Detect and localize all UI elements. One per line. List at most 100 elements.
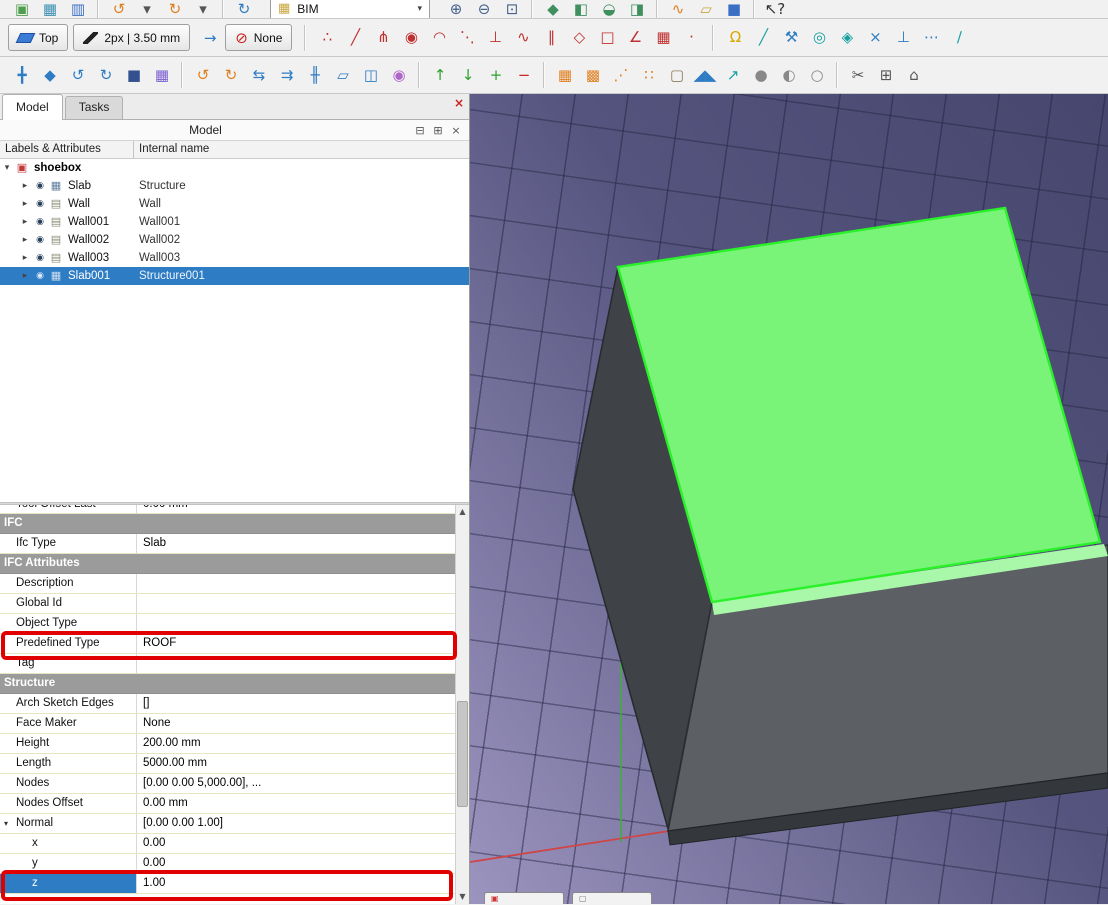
mirror-icon[interactable]: ◢◣ <box>692 62 718 88</box>
property-name-cell[interactable]: Ifc Type <box>0 534 137 553</box>
property-value-cell[interactable]: 0.00 <box>137 834 455 853</box>
edit-mode-icon[interactable]: ╱ <box>750 25 776 51</box>
snap-endpoint-icon[interactable]: ╱ <box>342 25 368 51</box>
add-component-icon[interactable]: + <box>483 62 509 88</box>
property-value-cell[interactable]: ROOF <box>137 634 455 653</box>
visibility-eye-icon[interactable]: ◉ <box>32 267 48 285</box>
property-name-cell[interactable]: ▾ Normal <box>0 814 137 833</box>
move-icon[interactable]: ╋ <box>9 62 35 88</box>
property-row[interactable]: z 1.00 <box>0 874 455 894</box>
clone-icon[interactable]: ▢ <box>664 62 690 88</box>
line-style-button[interactable]: 2px | 3.50 mm <box>73 24 190 51</box>
property-value-cell[interactable]: 0.00 <box>137 854 455 873</box>
snap-square-icon[interactable]: □ <box>594 25 620 51</box>
building-part-icon[interactable]: ⌂ <box>901 62 927 88</box>
property-row[interactable]: Tool Offset Last 0.00 mm <box>0 505 455 514</box>
tree-item-slab001[interactable]: ▸ ◉ ▦ Slab001 Structure001 <box>0 267 469 285</box>
snap-grid-icon[interactable]: ▦ <box>650 25 676 51</box>
draft-edit-icon[interactable]: ◉ <box>386 62 412 88</box>
property-value-cell[interactable] <box>137 574 455 593</box>
scale-icon[interactable]: ▱ <box>330 62 356 88</box>
property-row[interactable]: Nodes Offset 0.00 mm <box>0 794 455 814</box>
scissors-icon[interactable]: ✂ <box>845 62 871 88</box>
property-row[interactable]: ▾ Normal [0.00 0.00 1.00] <box>0 814 455 834</box>
tab-tasks[interactable]: Tasks <box>65 96 124 119</box>
expander-icon[interactable] <box>0 694 12 713</box>
expander-icon[interactable] <box>0 734 12 753</box>
expander-icon[interactable] <box>0 754 12 773</box>
snap-extension-icon[interactable]: ∿ <box>510 25 536 51</box>
stretch-icon[interactable]: ◫ <box>358 62 384 88</box>
visibility-eye-icon[interactable]: ◉ <box>32 195 48 213</box>
property-row[interactable]: Height 200.00 mm <box>0 734 455 754</box>
property-row[interactable]: Structure <box>0 674 455 694</box>
property-scrollbar[interactable]: ▲ ▼ <box>455 505 469 904</box>
property-value-cell[interactable]: [0.00 0.00 1.00] <box>137 814 455 833</box>
tree-item-slab[interactable]: ▸ ◉ ▦ Slab Structure <box>0 177 469 195</box>
property-name-cell[interactable]: Tool Offset Last <box>0 505 137 513</box>
apply-style-icon[interactable]: → <box>197 24 223 51</box>
bottom-dock-tab-python[interactable]: ▢ <box>572 892 652 904</box>
part-box-icon[interactable]: ■ <box>721 0 747 19</box>
expander-icon[interactable] <box>16 874 28 893</box>
extend-icon[interactable]: ↻ <box>218 62 244 88</box>
expander-icon[interactable] <box>0 574 12 593</box>
expander-icon[interactable] <box>0 505 12 513</box>
offset-icon[interactable]: ⇆ <box>246 62 272 88</box>
property-row[interactable]: Face Maker None <box>0 714 455 734</box>
expander-icon[interactable] <box>16 834 28 853</box>
property-name-cell[interactable]: Object Type <box>0 614 137 633</box>
modify-tool-icon[interactable]: ⚒ <box>778 25 804 51</box>
autogroup-button[interactable]: ⊘ None <box>225 24 292 51</box>
property-row[interactable]: x 0.00 <box>0 834 455 854</box>
property-row[interactable]: Global Id <box>0 594 455 614</box>
facebinder-icon[interactable]: ● <box>748 62 774 88</box>
fit-all-icon[interactable]: ⊡ <box>499 0 525 19</box>
property-name-cell[interactable]: Length <box>0 754 137 773</box>
float-icon[interactable]: ⊞ <box>429 124 447 137</box>
column-internal-name[interactable]: Internal name <box>133 141 209 158</box>
snap-intersection-icon[interactable]: ⋱ <box>454 25 480 51</box>
tree-item-wall003[interactable]: ▸ ◉ ▤ Wall003 Wall003 <box>0 249 469 267</box>
tree-item-shoebox[interactable]: ▾ ▣ shoebox <box>0 159 469 177</box>
property-value-cell[interactable]: None <box>137 714 455 733</box>
property-name-cell[interactable]: Arch Sketch Edges <box>0 694 137 713</box>
property-name-cell[interactable]: Face Maker <box>0 714 137 733</box>
property-name-cell[interactable]: Nodes <box>0 774 137 793</box>
compass-icon[interactable]: ◈ <box>834 25 860 51</box>
property-value-cell[interactable] <box>137 614 455 633</box>
property-value-cell[interactable]: 5000.00 mm <box>137 754 455 773</box>
ortho-icon[interactable]: ⊥ <box>890 25 916 51</box>
tree-item-wall002[interactable]: ▸ ◉ ▤ Wall002 Wall002 <box>0 231 469 249</box>
property-row[interactable]: Tag <box>0 654 455 674</box>
expander-icon[interactable]: ▸ <box>18 177 32 195</box>
property-name-cell[interactable]: Global Id <box>0 594 137 613</box>
close-line-icon[interactable]: × <box>862 25 888 51</box>
property-name-cell[interactable]: Tag <box>0 654 137 673</box>
link-array-icon[interactable]: ▩ <box>580 62 606 88</box>
visibility-eye-icon[interactable]: ◉ <box>32 213 48 231</box>
visibility-eye-icon[interactable]: ◉ <box>32 249 48 267</box>
undo-dropdown-icon[interactable]: ▾ <box>134 0 160 19</box>
heal-icon[interactable]: ↗ <box>720 62 746 88</box>
scroll-down-icon[interactable]: ▼ <box>456 890 469 904</box>
panel-close-icon[interactable]: × <box>454 96 464 110</box>
tree-item-wall001[interactable]: ▸ ◉ ▤ Wall001 Wall001 <box>0 213 469 231</box>
column-labels-attributes[interactable]: Labels & Attributes <box>0 143 101 155</box>
snap-near-icon[interactable]: · <box>678 25 704 51</box>
property-value-cell[interactable] <box>137 654 455 673</box>
property-row[interactable]: Nodes [0.00 0.00 5,000.00], ... <box>0 774 455 794</box>
property-row[interactable]: Object Type <box>0 614 455 634</box>
snap-perpendicular-icon[interactable]: ⊥ <box>482 25 508 51</box>
expander-icon[interactable] <box>0 714 12 733</box>
new-document-icon[interactable]: ▣ <box>9 0 35 19</box>
bottom-dock-tab-report[interactable]: ▣ <box>484 892 564 904</box>
expander-icon[interactable] <box>0 794 12 813</box>
downgrade-icon[interactable]: ↓ <box>455 62 481 88</box>
scroll-up-icon[interactable]: ▲ <box>456 505 469 519</box>
expander-icon[interactable]: ▸ <box>18 195 32 213</box>
property-name-cell[interactable]: IFC <box>0 514 455 533</box>
expander-icon[interactable]: ▸ <box>18 231 32 249</box>
property-value-cell[interactable]: 200.00 mm <box>137 734 455 753</box>
section-plane-icon[interactable]: ⊞ <box>873 62 899 88</box>
